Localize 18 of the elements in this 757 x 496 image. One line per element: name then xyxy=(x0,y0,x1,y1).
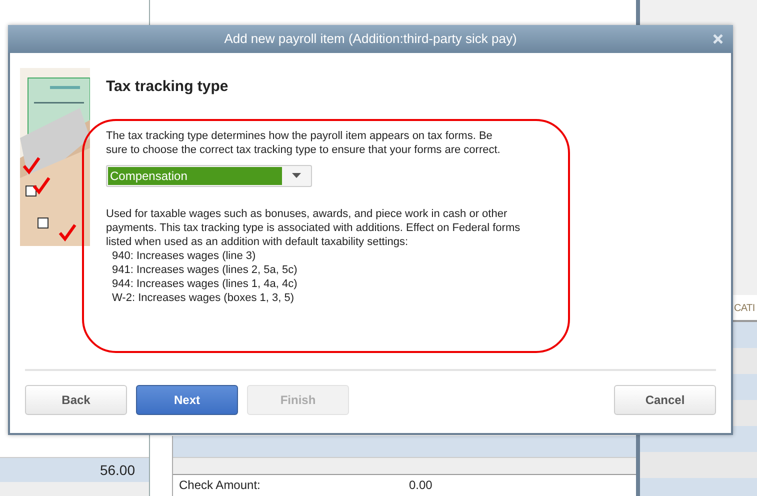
wizard-button[interactable]: Cancel xyxy=(614,385,716,415)
amount-cell: 56.00 xyxy=(0,457,149,482)
check-amount-label: Check Amount: xyxy=(178,478,262,492)
window-title: Add new payroll item (Addition:third-party sick pay) xyxy=(224,31,517,46)
scroll-bar[interactable] xyxy=(0,482,149,496)
section-heading: Tax tracking type xyxy=(106,78,230,95)
intro-text: The tax tracking type determines how the payroll item appears on tax forms. Be sure to choose the correct tax tracking type to ensure that your forms are correct. xyxy=(106,128,502,157)
wizard-button[interactable]: Next xyxy=(136,385,238,415)
effect-line: 940: Increases wages (line 3) xyxy=(111,248,257,263)
effect-line: 944: Increases wages (lines 1, 4a, 4c) xyxy=(111,276,298,291)
effect-line: 941: Increases wages (lines 2, 5a, 5c) xyxy=(111,262,298,277)
caret-icon xyxy=(292,173,300,178)
description-text: Used for taxable wages such as bonuses, awards, and piece work in cash or other payments. This tax tracking type is associated with additions. Effect on Federal forms listed when used as an addition with default taxability settings: xyxy=(106,206,522,249)
check-amount-value: 0.00 xyxy=(409,478,432,492)
close-icon[interactable] xyxy=(713,34,723,44)
tax-tracking-type-dropdown[interactable]: Compensation xyxy=(106,164,312,187)
wizard-button[interactable]: Back xyxy=(25,385,127,415)
effect-line: W-2: Increases wages (boxes 1, 3, 5) xyxy=(111,290,295,305)
